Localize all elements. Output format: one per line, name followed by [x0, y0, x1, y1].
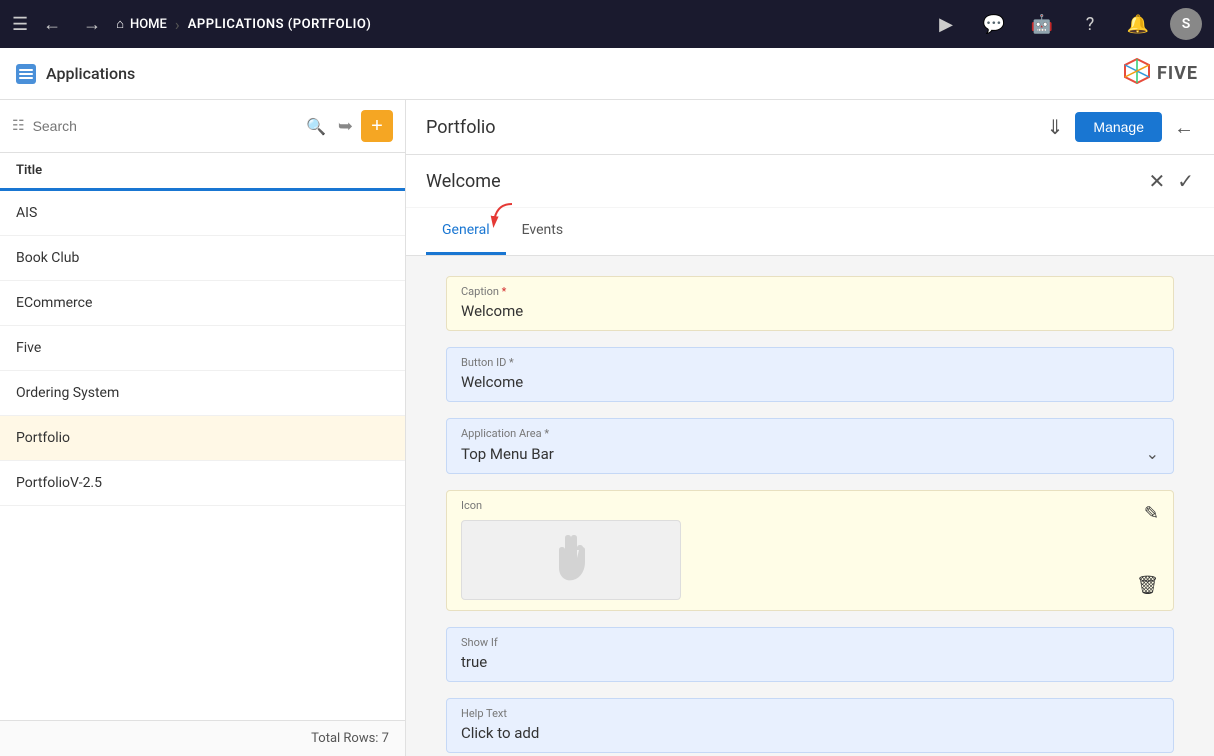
show-if-wrapper: Show If true	[446, 627, 1174, 682]
sidebar-item-portfolio[interactable]: Portfolio	[0, 416, 405, 461]
sidebar-item-ais[interactable]: AIS	[0, 191, 405, 236]
sidebar-footer: Total Rows: 7	[0, 720, 405, 756]
home-breadcrumb[interactable]: ⌂ HOME	[116, 16, 167, 32]
application-area-field: Application Area * Top Menu Bar ⌄	[446, 418, 1174, 474]
sidebar-search-bar: ☷ 🔍 ➥ +	[0, 100, 405, 153]
robot-icon[interactable]: 🤖	[1026, 8, 1058, 40]
content-header: Portfolio ⇓ Manage ←	[406, 100, 1214, 155]
show-if-label: Show If	[461, 636, 1159, 649]
import-icon[interactable]: ➥	[338, 116, 353, 137]
tabs-bar: General Events	[406, 208, 1214, 256]
welcome-header: Welcome ✕ ✓	[406, 155, 1214, 207]
events-arrow-indicator	[476, 200, 516, 234]
forward-nav-icon[interactable]: →	[76, 8, 108, 40]
application-area-wrapper: Application Area * Top Menu Bar ⌄	[446, 418, 1174, 474]
caption-value[interactable]: Welcome	[461, 302, 1159, 320]
sidebar-item-ecommerce[interactable]: ECommerce	[0, 281, 405, 326]
caption-label: Caption *	[461, 285, 1159, 298]
hand-wave-icon	[541, 530, 601, 590]
breadcrumb-divider: ›	[175, 15, 180, 34]
content-area: Portfolio ⇓ Manage ← Welcome ✕ ✓ General…	[406, 100, 1214, 756]
chat-icon[interactable]: 💬	[978, 8, 1010, 40]
filter-icon[interactable]: ☷	[12, 118, 25, 134]
sidebar-item-bookclub[interactable]: Book Club	[0, 236, 405, 281]
home-label: HOME	[130, 17, 167, 32]
play-icon[interactable]: ▶	[930, 8, 962, 40]
home-icon: ⌂	[116, 16, 124, 32]
chevron-down-icon: ⌄	[1146, 444, 1159, 463]
form-area: Caption * Welcome Button ID * Welcome Ap…	[406, 256, 1214, 756]
check-icon[interactable]: ✓	[1177, 169, 1194, 193]
welcome-title: Welcome	[426, 171, 501, 192]
icon-edit-button[interactable]: ✎	[1144, 503, 1159, 524]
welcome-actions: ✕ ✓	[1148, 169, 1194, 193]
sidebar-toggle-icon[interactable]	[16, 64, 36, 84]
icon-actions: ✎ 🗑	[1136, 499, 1159, 600]
back-nav-icon[interactable]: ←	[36, 8, 68, 40]
sidebar: ☷ 🔍 ➥ + Title AIS Book Club ECommerce Fi…	[0, 100, 406, 756]
show-if-value[interactable]: true	[461, 653, 1159, 671]
help-text-field: Help Text Click to add	[446, 698, 1174, 753]
sidebar-item-ordering[interactable]: Ordering System	[0, 371, 405, 416]
application-area-label: Application Area *	[461, 427, 1159, 440]
search-input[interactable]	[33, 118, 298, 134]
help-text-wrapper: Help Text Click to add	[446, 698, 1174, 753]
application-area-value: Top Menu Bar	[461, 445, 554, 463]
content-header-actions: ⇓ Manage ←	[1047, 112, 1194, 142]
tab-events[interactable]: Events	[506, 208, 579, 255]
add-button[interactable]: +	[361, 110, 393, 142]
download-icon[interactable]: ⇓	[1047, 115, 1064, 139]
top-nav-bar: ☰ ← → ⌂ HOME › APPLICATIONS (PORTFOLIO) …	[0, 0, 1214, 48]
user-avatar[interactable]: S	[1170, 8, 1202, 40]
caption-wrapper: Caption * Welcome	[446, 276, 1174, 331]
help-text-value[interactable]: Click to add	[461, 724, 1159, 742]
show-if-field: Show If true	[446, 627, 1174, 682]
close-icon[interactable]: ✕	[1148, 169, 1165, 193]
hamburger-icon[interactable]: ☰	[12, 14, 28, 35]
icon-preview	[461, 520, 681, 600]
content-title: Portfolio	[426, 117, 495, 138]
bell-icon[interactable]: 🔔	[1122, 8, 1154, 40]
sidebar-item-portfoliov2[interactable]: PortfolioV-2.5	[0, 461, 405, 506]
icon-preview-area: Icon	[461, 499, 1136, 600]
back-content-icon[interactable]: ←	[1174, 115, 1194, 140]
button-id-field: Button ID * Welcome	[446, 347, 1174, 402]
application-area-select[interactable]: Top Menu Bar ⌄	[461, 444, 1159, 463]
manage-button[interactable]: Manage	[1075, 112, 1162, 142]
breadcrumb-apps: APPLICATIONS (PORTFOLIO)	[188, 17, 372, 32]
sidebar-list: AIS Book Club ECommerce Five Ordering Sy…	[0, 191, 405, 720]
button-id-label: Button ID *	[461, 356, 1159, 369]
icon-label: Icon	[461, 499, 1136, 512]
app-title: Applications	[46, 64, 135, 83]
icon-wrapper: Icon ✎ 🗑	[446, 490, 1174, 611]
five-logo-text: FIVE	[1157, 63, 1198, 84]
button-id-value[interactable]: Welcome	[461, 373, 1159, 391]
app-header: Applications FIVE	[0, 48, 1214, 100]
icon-delete-button[interactable]: 🗑	[1136, 575, 1159, 596]
button-id-wrapper: Button ID * Welcome	[446, 347, 1174, 402]
help-icon[interactable]: ?	[1074, 8, 1106, 40]
sidebar-item-five[interactable]: Five	[0, 326, 405, 371]
five-logo-icon	[1123, 57, 1151, 91]
help-text-label: Help Text	[461, 707, 1159, 720]
search-icon[interactable]: 🔍	[306, 117, 326, 136]
main-layout: ☷ 🔍 ➥ + Title AIS Book Club ECommerce Fi…	[0, 100, 1214, 756]
icon-field: Icon ✎ 🗑	[446, 490, 1174, 611]
sidebar-column-header: Title	[0, 153, 405, 191]
five-logo: FIVE	[1123, 57, 1198, 91]
caption-field: Caption * Welcome	[446, 276, 1174, 331]
